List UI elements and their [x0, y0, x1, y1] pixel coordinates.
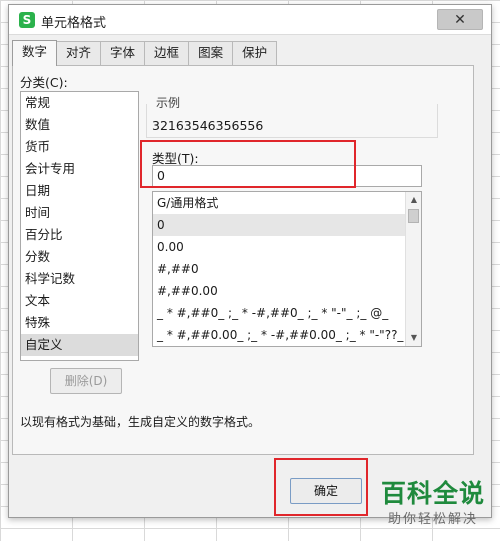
tab-number[interactable]: 数字: [12, 40, 58, 66]
category-item-custom[interactable]: 自定义: [21, 334, 138, 356]
category-item-number[interactable]: 数值: [21, 114, 138, 136]
dialog-titlebar: S 单元格格式 ✕: [9, 5, 491, 35]
scroll-up-arrow-icon[interactable]: ▲: [406, 192, 421, 208]
category-list[interactable]: 常规 数值 货币 会计专用 日期 时间 百分比 分数 科学记数 文本 特殊 自定…: [20, 91, 139, 361]
dialog-title: 单元格格式: [41, 16, 107, 31]
format-item[interactable]: 0.00: [153, 236, 405, 258]
category-item-percentage[interactable]: 百分比: [21, 224, 138, 246]
format-code-list[interactable]: G/通用格式 0 0.00 #,##0 #,##0.00 _ * #,##0_ …: [152, 191, 422, 347]
scrollbar-thumb[interactable]: [408, 209, 419, 223]
category-item-special[interactable]: 特殊: [21, 312, 138, 334]
format-list-scrollbar[interactable]: ▲ ▼: [405, 192, 421, 346]
category-item-accounting[interactable]: 会计专用: [21, 158, 138, 180]
tab-bar: 数字 对齐 字体 边框 图案 保护: [12, 40, 278, 66]
delete-button[interactable]: 删除(D): [50, 368, 122, 394]
format-description: 以现有格式为基础，生成自定义的数字格式。: [20, 415, 261, 429]
category-item-time[interactable]: 时间: [21, 202, 138, 224]
category-item-scientific[interactable]: 科学记数: [21, 268, 138, 290]
format-item[interactable]: G/通用格式: [153, 192, 405, 214]
sample-value: 32163546356556: [152, 118, 264, 133]
category-label: 分类(C):: [20, 75, 68, 90]
format-item[interactable]: 0: [153, 214, 405, 236]
tab-font[interactable]: 字体: [100, 41, 146, 65]
format-item[interactable]: #,##0: [153, 258, 405, 280]
tab-pattern[interactable]: 图案: [188, 41, 234, 65]
category-item-date[interactable]: 日期: [21, 180, 138, 202]
ok-highlight-box: [274, 458, 368, 516]
tab-border[interactable]: 边框: [144, 41, 190, 65]
sample-label: 示例: [154, 94, 183, 111]
tab-protection[interactable]: 保护: [232, 41, 278, 65]
close-icon: ✕: [454, 12, 466, 28]
watermark-brand: 百科全说: [380, 479, 485, 508]
format-item[interactable]: #,##0.00: [153, 280, 405, 302]
scroll-down-arrow-icon[interactable]: ▼: [406, 330, 421, 346]
app-logo-icon: S: [19, 12, 35, 28]
watermark-slogan: 助你轻松解决: [387, 512, 478, 527]
category-item-general[interactable]: 常规: [21, 92, 138, 114]
category-item-text[interactable]: 文本: [21, 290, 138, 312]
category-item-currency[interactable]: 货币: [21, 136, 138, 158]
close-button[interactable]: ✕: [437, 9, 483, 30]
watermark-logo: 百科全说 助你轻松解决: [372, 478, 494, 538]
category-item-fraction[interactable]: 分数: [21, 246, 138, 268]
tab-alignment[interactable]: 对齐: [56, 41, 102, 65]
format-item[interactable]: _ * #,##0_ ;_ * -#,##0_ ;_ * "-"_ ;_ @_: [153, 302, 405, 324]
format-item[interactable]: _ * #,##0.00_ ;_ * -#,##0.00_ ;_ * "-"??…: [153, 324, 405, 346]
type-highlight-box: [140, 140, 356, 188]
